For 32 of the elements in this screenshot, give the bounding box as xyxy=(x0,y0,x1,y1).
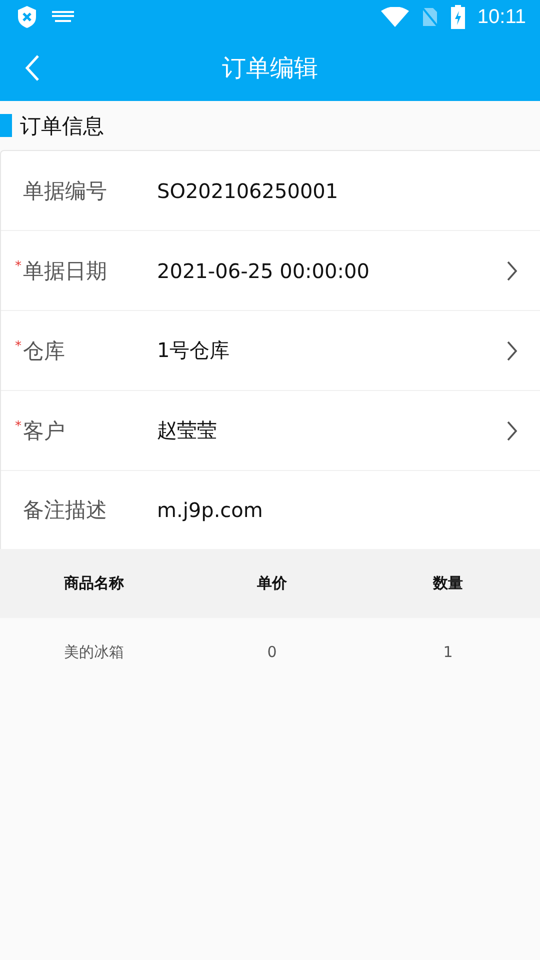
battery-charging-icon xyxy=(451,5,466,29)
picker-value[interactable]: 2021-06-25 00:00:00 xyxy=(157,258,506,282)
back-icon[interactable] xyxy=(24,54,40,82)
chevron-right-icon[interactable] xyxy=(506,260,518,282)
column-header: 数量 xyxy=(432,574,464,593)
section-title: 订单信息 xyxy=(20,112,104,140)
wifi-icon xyxy=(381,7,410,27)
field-value: SO202106250001 xyxy=(157,178,340,202)
field-label: 客户 xyxy=(23,418,66,444)
column-header: 商品名称 xyxy=(63,574,125,593)
picker-value[interactable]: 1号仓库 xyxy=(157,337,506,364)
no-sim-icon xyxy=(421,6,440,28)
keyboard-icon xyxy=(52,11,74,23)
field-label: 单据日期 xyxy=(23,258,108,284)
table-cell-text: 0 xyxy=(266,643,278,661)
required-asterisk: * xyxy=(15,419,22,434)
page-title: 订单编辑 xyxy=(222,52,318,84)
shield-icon xyxy=(16,5,38,29)
table-cell-text: 美的冰箱 xyxy=(63,642,125,662)
table-cell-text: 1 xyxy=(442,643,454,661)
required-asterisk: * xyxy=(15,339,22,354)
clock-time: 10:11 xyxy=(477,6,526,28)
field-label: 备注描述 xyxy=(23,497,108,524)
field-label: 单据编号 xyxy=(23,178,108,204)
field-value: m.j9p.com xyxy=(157,498,264,522)
picker-value[interactable]: 赵莹莹 xyxy=(157,417,506,444)
section-marker xyxy=(0,114,12,137)
chevron-right-icon[interactable] xyxy=(506,340,518,362)
required-asterisk: * xyxy=(15,259,22,274)
field-label: 仓库 xyxy=(23,338,66,364)
chevron-right-icon[interactable] xyxy=(506,420,518,442)
column-header: 单价 xyxy=(256,574,288,593)
